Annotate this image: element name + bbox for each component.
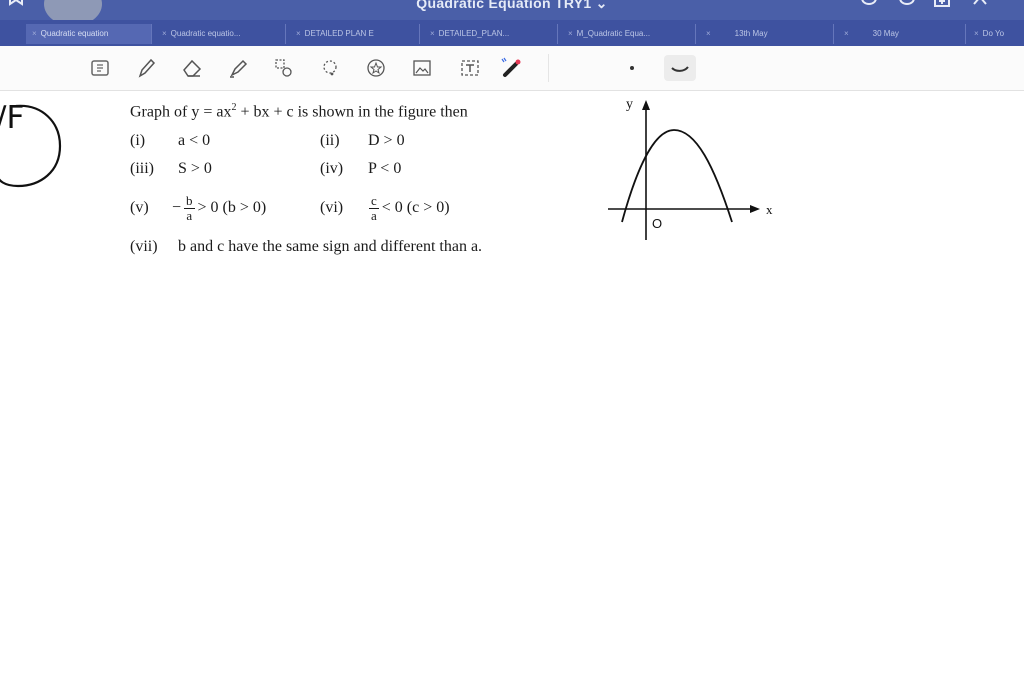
tab-detailed-plan-e[interactable]: × DETAILED PLAN E	[290, 24, 420, 44]
sticker-icon[interactable]	[364, 56, 388, 80]
tab-quadratic-equatio[interactable]: × Quadratic equatio...	[156, 24, 286, 44]
x-axis-arrow	[750, 205, 760, 213]
shapes-icon[interactable]	[318, 56, 342, 80]
option-iv: (iv) P < 0	[320, 160, 402, 177]
option-iii: (iii) S > 0	[130, 160, 212, 177]
option-v: (v) − b a > 0 (b > 0)	[130, 193, 267, 223]
tab-quadratic-equation[interactable]: × Quadratic equation	[26, 24, 152, 44]
x-axis-label: x	[766, 202, 773, 217]
origin-label: O	[652, 216, 662, 231]
drawing-toolbar	[0, 46, 1024, 91]
fraction-c-over-a: ca	[369, 193, 379, 223]
tab-m-quadratic-equa[interactable]: × M_Quadratic Equa...	[562, 24, 696, 44]
close-tab-icon[interactable]: ×	[162, 29, 167, 38]
eraser-icon[interactable]	[180, 56, 204, 80]
note-page[interactable]: /F Graph of y = ax2 + bx + c is shown in…	[0, 90, 1024, 693]
tab-30-may[interactable]: × 30 May	[838, 24, 966, 44]
question-stem: Graph of y = ax2 + bx + c is shown in th…	[130, 102, 468, 121]
redo-icon[interactable]	[896, 0, 918, 19]
collapse-icon[interactable]	[970, 0, 990, 19]
laser-pointer-icon[interactable]	[500, 56, 524, 80]
tf-annotation: /F	[0, 100, 70, 205]
highlighter-icon[interactable]	[226, 56, 250, 80]
option-ii: (ii) D > 0	[320, 132, 405, 149]
tab-13th-may[interactable]: × 13th May	[700, 24, 834, 44]
option-vi: (vi) c a < 0 (c > 0)	[320, 193, 450, 223]
close-tab-icon[interactable]: ×	[430, 29, 435, 38]
toolbar-divider	[548, 54, 549, 82]
y-axis-arrow	[642, 100, 650, 110]
fraction-b-over-a: ba	[184, 193, 195, 223]
close-tab-icon[interactable]: ×	[32, 29, 37, 38]
tf-label: /F	[0, 100, 25, 136]
y-axis-label: y	[626, 97, 633, 112]
dot-pen-icon[interactable]	[620, 56, 644, 80]
add-page-icon[interactable]	[932, 0, 952, 19]
pen-icon[interactable]	[134, 56, 158, 80]
close-tab-icon[interactable]: ×	[706, 29, 711, 38]
page-icon[interactable]	[88, 56, 112, 80]
option-i: (i) a < 0	[130, 132, 211, 149]
text-box-icon[interactable]	[458, 56, 482, 80]
title-bar: Quadratic Equation TRY1 ⌄	[0, 0, 1024, 26]
parabola-graph: y x O	[608, 97, 773, 240]
tab-detailed-plan[interactable]: × DETAILED_PLAN...	[424, 24, 558, 44]
close-tab-icon[interactable]: ×	[296, 29, 301, 38]
tab-bar: × Quadratic equation × Quadratic equatio..…	[0, 20, 1024, 46]
undo-icon[interactable]	[858, 0, 880, 19]
tab-do-yo[interactable]: × Do Yo	[968, 24, 1024, 44]
lasso-icon[interactable]	[272, 56, 296, 80]
close-tab-icon[interactable]: ×	[568, 29, 573, 38]
close-tab-icon[interactable]: ×	[844, 29, 849, 38]
image-icon[interactable]	[410, 56, 434, 80]
option-vii: (vii) b and c have the same sign and diff…	[130, 238, 483, 255]
curve-pen-icon[interactable]	[664, 55, 696, 81]
close-tab-icon[interactable]: ×	[974, 29, 979, 38]
